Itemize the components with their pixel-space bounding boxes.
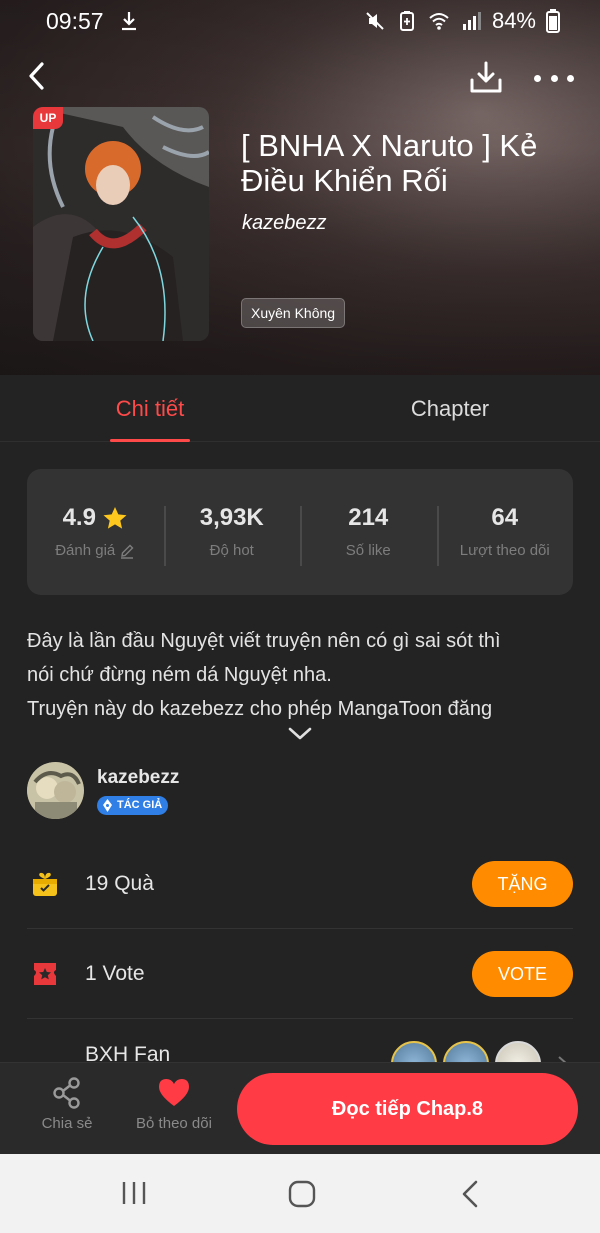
status-bar: 09:57 84%	[0, 0, 600, 44]
more-options-icon[interactable]	[534, 64, 574, 92]
description-line: Đây là lần đầu Nguyệt viết truyện nên có…	[27, 630, 501, 652]
description: Đây là lần đầu Nguyệt viết truyện nên có…	[27, 624, 575, 726]
book-title: [ BNHA X Naruto ] Kẻ Điều Khiển Rối	[241, 128, 538, 198]
chevron-down-icon[interactable]	[288, 726, 312, 742]
stat-hot: 3,93K Độ hot	[163, 504, 301, 566]
stats-card: 4.9 Đánh giá 3,93K Độ hot 214 Số like 64…	[27, 469, 573, 595]
stat-followers-value: 64	[491, 504, 519, 531]
share-label: Chia sẻ	[41, 1115, 93, 1132]
stat-followers: 64 Lượt theo dõi	[436, 504, 574, 566]
system-navigation-bar	[0, 1154, 600, 1233]
share-button[interactable]: Chia sẻ	[22, 1077, 112, 1132]
pen-nib-icon	[103, 799, 112, 812]
stat-rating[interactable]: 4.9 Đánh giá	[27, 504, 164, 560]
heart-icon	[159, 1079, 189, 1106]
ticket-icon	[34, 962, 56, 985]
author-role-label: TÁC GIẢ	[117, 799, 163, 811]
stat-hot-label: Độ hot	[209, 542, 254, 559]
stat-rating-label: Đánh giá	[55, 542, 116, 559]
download-button-icon[interactable]	[468, 60, 504, 96]
system-back-icon[interactable]	[460, 1179, 480, 1209]
gift-count: 19 Quà	[85, 872, 154, 895]
share-icon	[53, 1077, 80, 1109]
author-name[interactable]: kazebezz	[97, 767, 179, 789]
wifi-icon	[429, 13, 449, 30]
cover-artwork	[33, 107, 209, 341]
unfollow-button[interactable]: Bỏ theo dõi	[128, 1077, 220, 1132]
stat-likes-value: 214	[348, 504, 389, 531]
tab-chapter[interactable]: Chapter	[370, 375, 530, 442]
bottom-action-bar: Chia sẻ Bỏ theo dõi Đọc tiếp Chap.8	[0, 1062, 600, 1154]
tab-details[interactable]: Chi tiết	[70, 375, 230, 442]
book-author[interactable]: kazebezz	[242, 212, 327, 235]
description-line: Truyện này do kazebezz cho phép MangaToo…	[27, 698, 493, 720]
gift-button[interactable]: TẶNG	[472, 861, 573, 907]
author-avatar[interactable]	[27, 762, 84, 819]
stat-followers-label: Lượt theo dõi	[459, 542, 550, 559]
avatar-image	[27, 762, 84, 819]
battery-icon	[546, 9, 560, 33]
stat-hot-value: 3,93K	[199, 504, 264, 531]
stat-rating-label-wrap: Đánh giá	[55, 542, 135, 559]
unfollow-label: Bỏ theo dõi	[136, 1115, 212, 1132]
status-icons: 84%	[364, 8, 560, 34]
battery-saver-icon	[399, 11, 414, 31]
download-icon	[122, 12, 136, 31]
star-icon	[103, 507, 127, 529]
vote-row: 1 Vote VOTE	[27, 929, 573, 1019]
screen: 09:57 84% UP [BNHA X Naruto] Kẻ Điều K…	[0, 0, 600, 1233]
edit-icon	[121, 544, 134, 559]
stat-likes: 214 Số like	[300, 504, 437, 566]
signal-icon	[462, 12, 481, 30]
stat-rating-value-wrap: 4.9	[63, 504, 128, 532]
back-arrow-icon[interactable]	[22, 60, 54, 92]
stat-rating-value: 4.9	[62, 504, 96, 531]
status-time: 09:57	[46, 8, 104, 34]
tab-bar: Chi tiết Chapter	[0, 375, 600, 442]
home-icon[interactable]	[288, 1180, 316, 1208]
continue-reading-button[interactable]: Đọc tiếp Chap.8	[237, 1073, 578, 1145]
stat-likes-label: Số like	[345, 542, 391, 559]
battery-percent: 84%	[491, 8, 536, 33]
update-badge: UP	[33, 107, 63, 129]
vote-button[interactable]: VOTE	[472, 951, 573, 997]
description-line: nói chứ đừng ném dá Nguyệt nha.	[27, 664, 332, 686]
mute-icon	[366, 12, 384, 30]
gift-icon	[33, 872, 57, 896]
author-role-badge: TÁC GIẢ	[97, 796, 169, 815]
vote-count: 1 Vote	[85, 962, 145, 985]
genre-tag[interactable]: Xuyên Không	[241, 298, 346, 328]
gift-row: 19 Quà TẶNG	[27, 839, 573, 929]
book-cover: UP	[33, 107, 209, 341]
recents-icon[interactable]	[120, 1180, 148, 1206]
